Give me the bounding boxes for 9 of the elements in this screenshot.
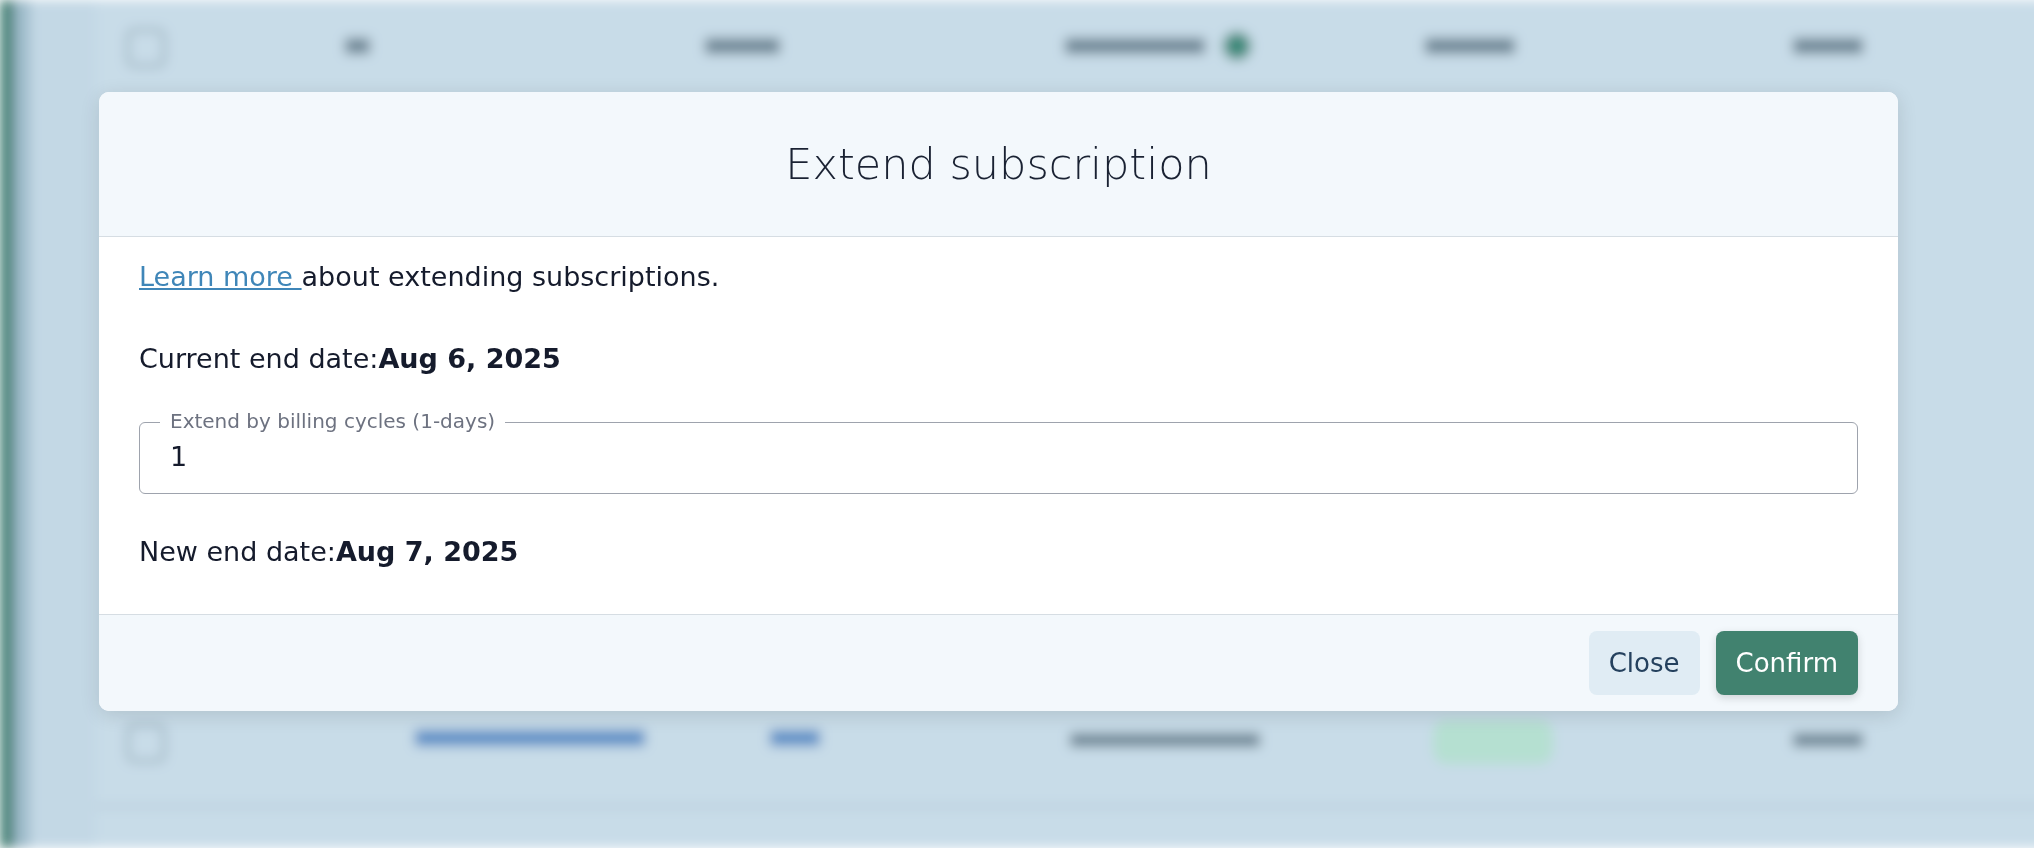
intro-text: Learn more about extending subscriptions.	[139, 260, 721, 294]
learn-more-link[interactable]: Learn more	[139, 261, 302, 292]
confirm-button[interactable]: Confirm	[1715, 631, 1858, 695]
close-button[interactable]: Close	[1588, 631, 1700, 695]
billing-cycles-input[interactable]: 1	[140, 435, 1857, 479]
new-end-date: New end date:Aug 7, 2025	[139, 535, 520, 569]
field-label: Extend by billing cycles (1-days)	[170, 409, 496, 433]
dialog-title: Extend subscription	[785, 139, 1212, 189]
current-end-date: Current end date:Aug 6, 2025	[139, 342, 562, 376]
